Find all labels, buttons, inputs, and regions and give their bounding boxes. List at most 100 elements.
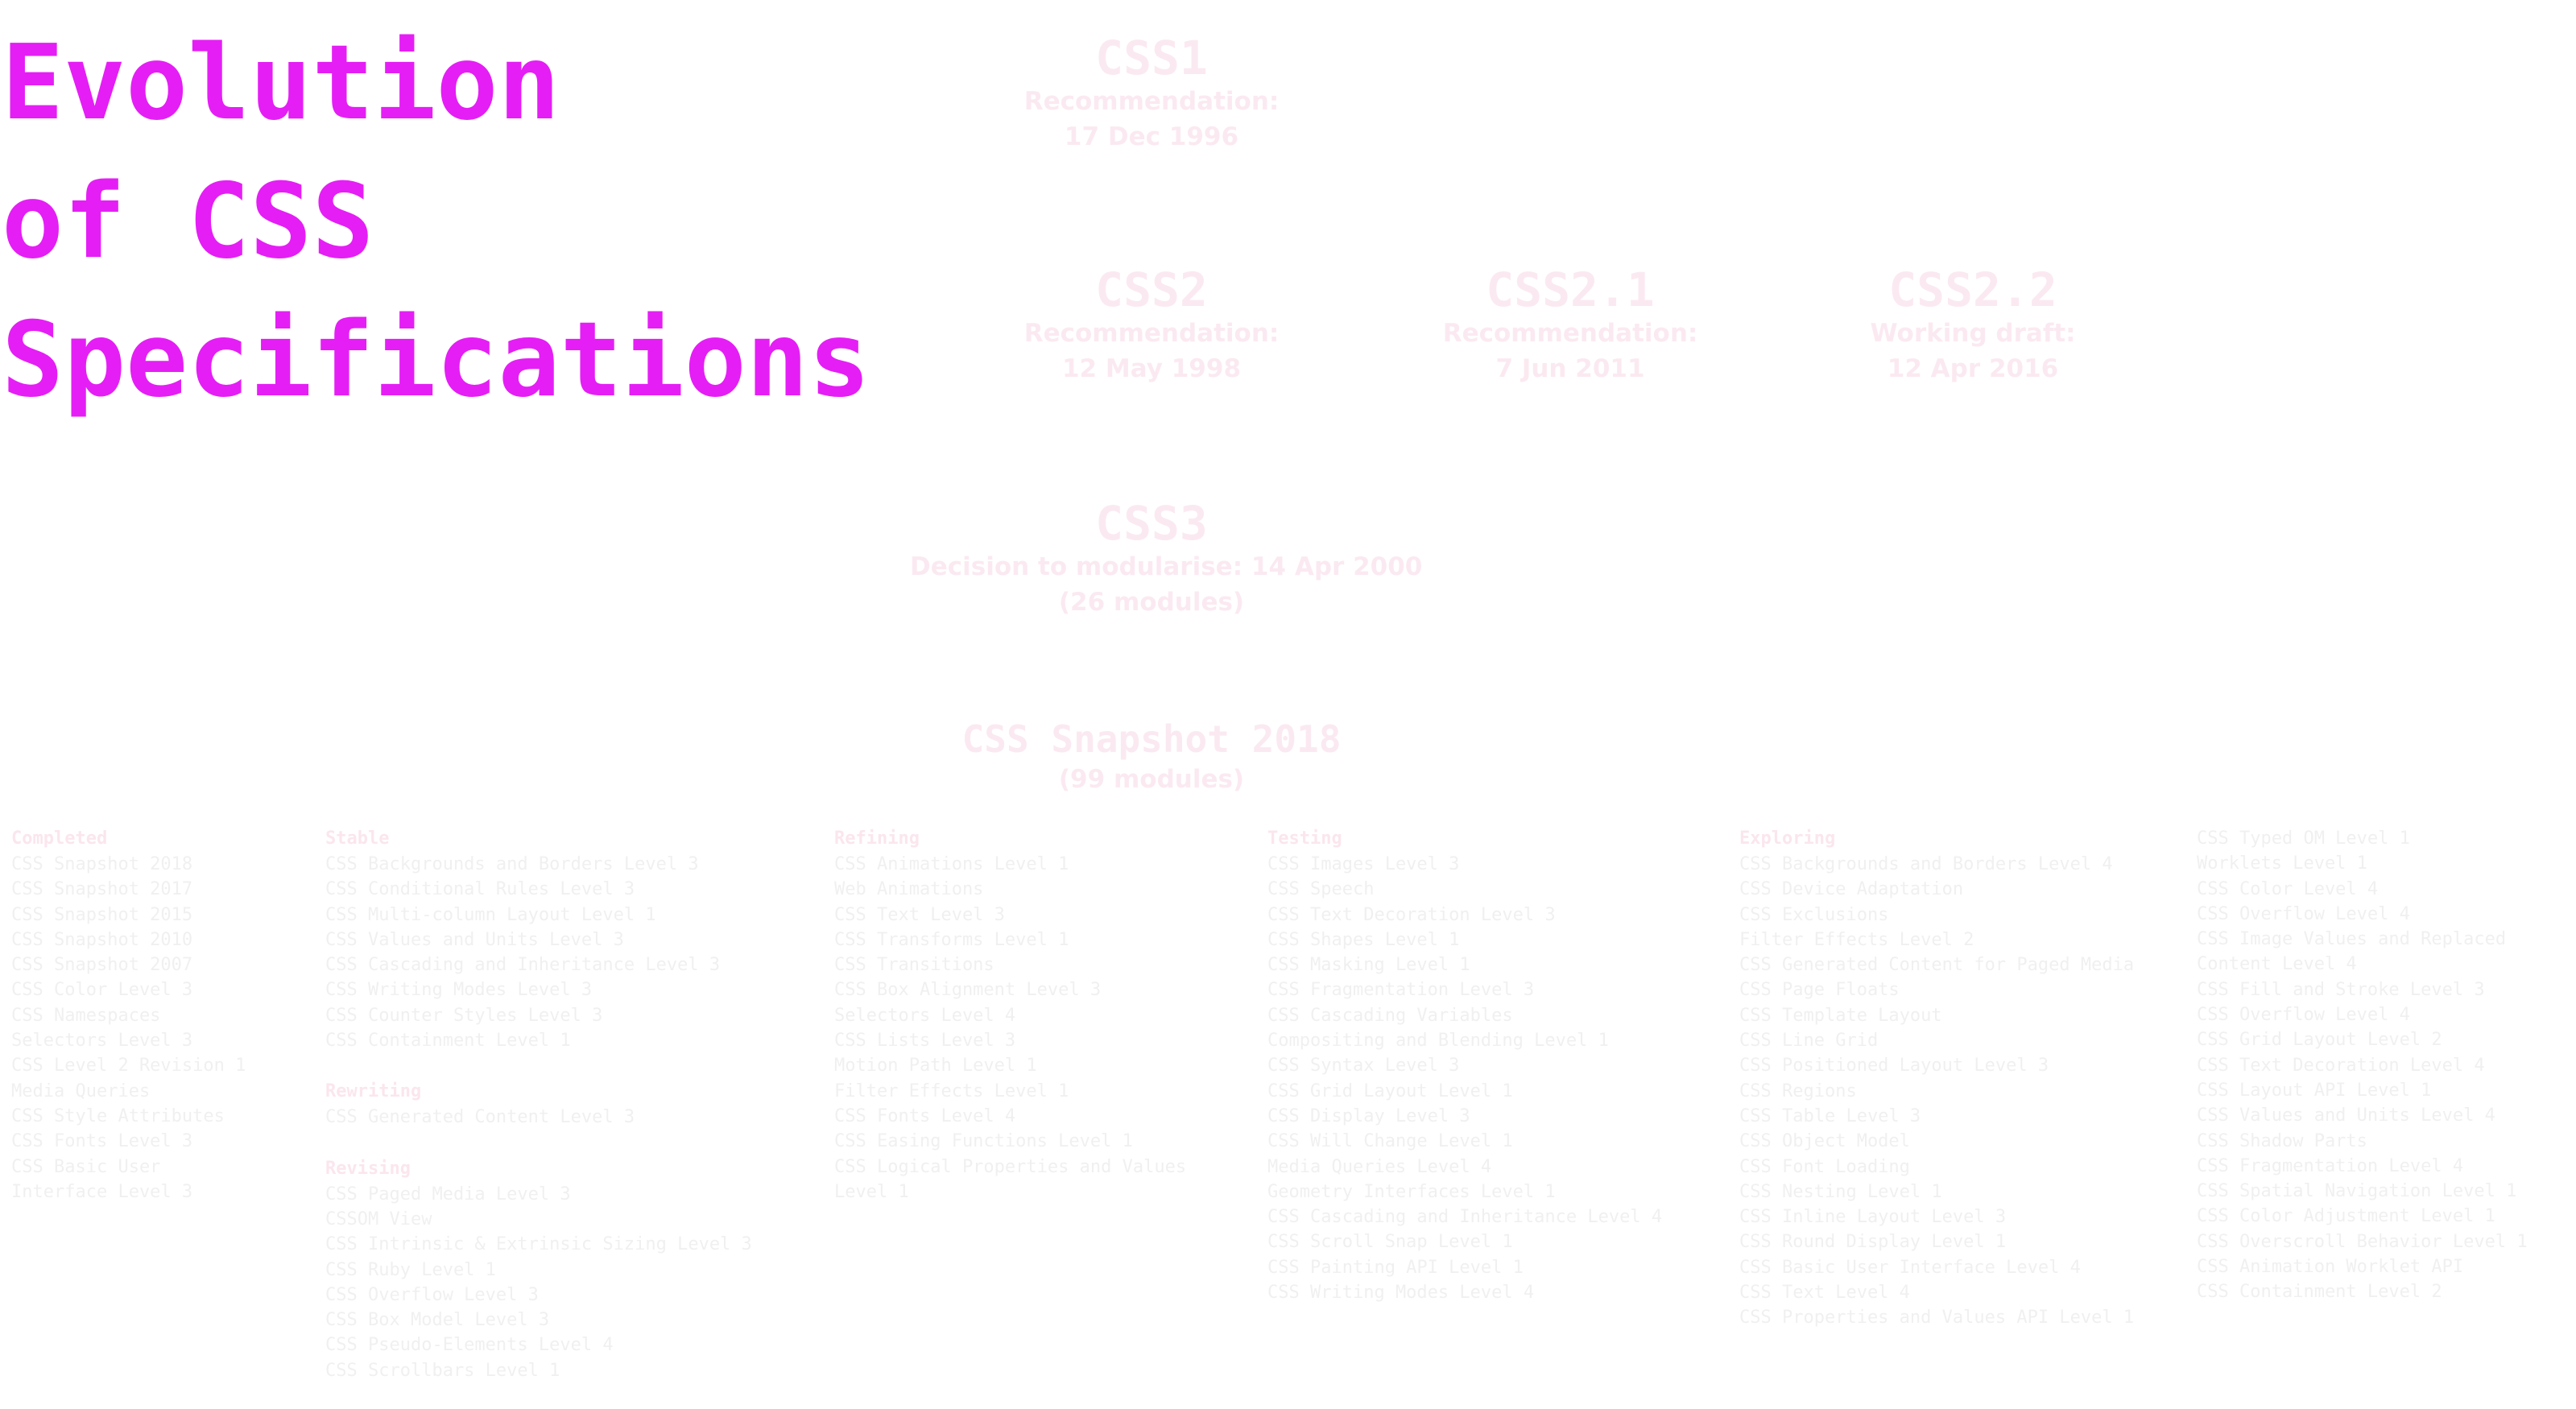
module-item: CSS Images Level 3	[1267, 854, 1460, 874]
module-item: CSS Grid Layout Level 1	[1267, 1081, 1513, 1101]
group-heading: Testing	[1267, 828, 1342, 849]
module-item: CSS Pseudo-Elements Level 4	[325, 1335, 614, 1356]
module-item: CSS Containment Level 1	[325, 1031, 571, 1052]
module-item: CSS Exclusions	[1739, 904, 1889, 925]
spec-snapshot: CSS Snapshot 2018 (99 modules)	[910, 717, 1393, 797]
module-item: CSS Fragmentation Level 3	[1267, 980, 1535, 1001]
module-item: CSS Spatial Navigation Level 1	[2197, 1181, 2517, 1202]
module-item: Geometry Interfaces Level 1	[1267, 1181, 1556, 1202]
spec-css1-status: Recommendation:	[1023, 87, 1280, 116]
module-item: CSS Color Level 4	[2197, 878, 2379, 899]
module-item: CSS Text Decoration Level 4	[2197, 1055, 2485, 1076]
module-item: CSS Animation Worklet API	[2197, 1257, 2464, 1278]
module-item: CSS Level 2 Revision 1	[11, 1056, 246, 1076]
spec-css21-name: CSS2.1	[1486, 262, 1655, 317]
group-heading: Revising	[325, 1158, 411, 1179]
module-item: CSS Counter Styles Level 3	[325, 1005, 603, 1026]
module-item: Filter Effects Level 1	[834, 1081, 1069, 1101]
spec-css21-status: Recommendation:	[1442, 319, 1698, 348]
spec-css22-name: CSS2.2	[1888, 262, 2057, 317]
title-line-1: Evolution	[2, 23, 560, 143]
title-line-3: Specifications	[2, 300, 870, 420]
module-item: CSS Writing Modes Level 3	[325, 980, 593, 1001]
column-testing: Testing CSS Images Level 3 CSS Speech CSS T…	[1267, 826, 1662, 1331]
module-item: CSS Generated Content for Paged Media	[1739, 955, 2135, 976]
group-heading: Rewriting	[325, 1081, 422, 1102]
module-item: CSS Positioned Layout Level 3	[1739, 1056, 2049, 1076]
module-item: CSS Writing Modes Level 4	[1267, 1283, 1535, 1304]
module-item: CSS Backgrounds and Borders Level 3	[325, 854, 699, 874]
module-item: Media Queries	[11, 1081, 151, 1101]
spec-css3-date: (26 modules)	[1058, 588, 1245, 617]
module-item: CSS Scroll Snap Level 1	[1267, 1232, 1513, 1253]
module-item: Filter Effects Level 2	[1739, 929, 1974, 950]
module-item: CSS Properties and Values API Level 1	[1739, 1308, 2135, 1328]
module-item: CSS Values and Units Level 3	[325, 929, 624, 950]
module-item: CSS Line Grid	[1739, 1031, 1879, 1052]
module-item: CSS Object Model	[1739, 1131, 1910, 1152]
module-item: CSS Color Adjustment Level 1	[2197, 1206, 2495, 1227]
module-item: CSS Animations Level 1	[834, 854, 1069, 874]
module-item: CSS Layout API Level 1	[2197, 1080, 2432, 1101]
title-line-2: of CSS	[2, 162, 374, 282]
module-item: CSS Overscroll Behavior Level 1	[2197, 1231, 2528, 1252]
spec-css3: CSS3 Decision to modularise: 14 Apr 2000…	[910, 496, 1422, 620]
column-completed: Completed CSS Snapshot 2018 CSS Snapshot 2…	[11, 826, 246, 1230]
spec-css1: CSS1 Recommendation: 17 Dec 1996	[986, 32, 1317, 155]
spec-css22-status: Working draft:	[1870, 319, 2076, 348]
module-item: CSS Box Alignment Level 3	[834, 980, 1102, 1001]
spec-snapshot-name: CSS Snapshot 2018	[961, 717, 1342, 761]
module-item: CSS Shadow Parts	[2197, 1130, 2367, 1151]
module-item: CSS Logical Properties and Values Level …	[834, 1156, 1187, 1202]
module-item: CSS Round Display Level 1	[1739, 1232, 2007, 1253]
module-item: CSS Ruby Level 1	[325, 1259, 496, 1280]
column-exploring-continued: CSS Typed OM Level 1 Worklets Level 1 CSS …	[2197, 826, 2574, 1331]
page-title: Evolution of CSS Specifications	[2, 14, 870, 430]
module-item: CSS Style Attributes	[11, 1105, 225, 1126]
module-item: CSS Nesting Level 1	[1739, 1181, 1942, 1202]
module-item: CSS Multi-column Layout Level 1	[325, 904, 656, 925]
module-item: CSS Font Loading	[1739, 1156, 1910, 1177]
module-item: CSS Speech	[1267, 879, 1375, 900]
module-item: CSS Lists Level 3	[834, 1031, 1016, 1052]
module-item: CSS Containment Level 2	[2197, 1282, 2442, 1303]
module-item: CSS Paged Media Level 3	[325, 1184, 571, 1204]
module-item: CSS Conditional Rules Level 3	[325, 879, 635, 900]
module-item: CSS Cascading and Inheritance Level 4	[1267, 1207, 1663, 1228]
module-item: CSS Overflow Level 4	[2197, 903, 2410, 924]
module-item: CSS Shapes Level 1	[1267, 929, 1460, 950]
module-item: CSS Table Level 3	[1739, 1105, 1921, 1126]
column-stable: Stable CSS Backgrounds and Borders Level …	[325, 826, 752, 1409]
spec-css2-status: Recommendation:	[1023, 319, 1280, 348]
module-item: CSS Basic User	[11, 1156, 161, 1177]
module-item: CSS Typed OM Level 1	[2197, 828, 2410, 849]
module-group: Rewriting CSS Generated Content Level 3	[325, 1079, 752, 1130]
spec-css21: CSS2.1 Recommendation: 7 Jun 2011	[1417, 264, 1723, 386]
module-item: CSS Grid Layout Level 2	[2197, 1030, 2442, 1051]
module-item: CSS Fragmentation Level 4	[2197, 1155, 2464, 1176]
module-item: CSS Inline Layout Level 3	[1739, 1207, 2007, 1228]
module-item: CSS Backgrounds and Borders Level 4	[1739, 854, 2113, 874]
module-group: Refining CSS Animations Level 1 Web Animat…	[834, 826, 1237, 1204]
module-item: CSS Cascading Variables	[1267, 1005, 1513, 1026]
group-heading: Stable	[325, 828, 390, 849]
module-item: Compositing and Blending Level 1	[1267, 1031, 1609, 1052]
spec-css3-name: CSS3	[1095, 496, 1208, 551]
spec-snapshot-date: (99 modules)	[1058, 765, 1245, 794]
module-item: CSS Cascading and Inheritance Level 3	[325, 955, 721, 976]
module-item: CSS Masking Level 1	[1267, 955, 1470, 976]
module-item: CSS Snapshot 2017	[11, 879, 193, 900]
module-item: CSS Regions	[1739, 1081, 1857, 1101]
module-group: Exploring CSS Backgrounds and Borders Lev…	[1739, 826, 2134, 1331]
column-exploring: Exploring CSS Backgrounds and Borders Lev…	[1739, 826, 2134, 1357]
module-item: CSS Painting API Level 1	[1267, 1257, 1524, 1278]
module-item: CSS Will Change Level 1	[1267, 1131, 1513, 1152]
module-item: Web Animations	[834, 879, 984, 900]
module-item: CSS Generated Content Level 3	[325, 1107, 635, 1128]
spec-css2-date: 12 May 1998	[1061, 354, 1242, 383]
module-item: Worklets Level 1	[2197, 853, 2367, 874]
module-group: CSS Typed OM Level 1 Worklets Level 1 CSS …	[2197, 826, 2574, 1305]
module-item: CSS Template Layout	[1739, 1005, 1942, 1026]
module-item: CSS Transforms Level 1	[834, 929, 1069, 950]
module-item: CSS Intrinsic & Extrinsic Sizing Level 3	[325, 1234, 752, 1255]
